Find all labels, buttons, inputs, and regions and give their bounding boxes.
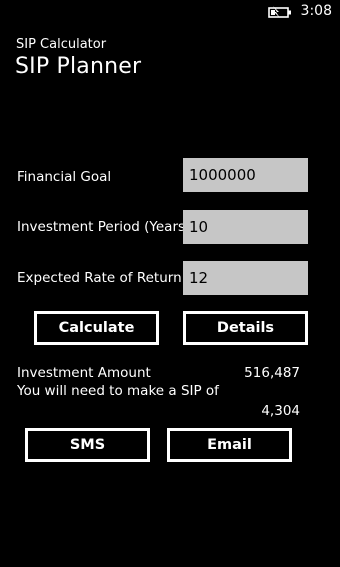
financial-goal-input[interactable] xyxy=(183,158,308,192)
investment-period-label: Investment Period (Years) xyxy=(17,219,191,235)
expected-return-label: Expected Rate of Return xyxy=(17,270,182,286)
app-title: SIP Calculator xyxy=(16,37,107,52)
battery-charging-icon xyxy=(268,4,292,18)
investment-amount-label: Investment Amount xyxy=(17,365,151,381)
sms-button[interactable]: SMS xyxy=(25,428,150,462)
status-time: 3:08 xyxy=(300,3,332,19)
expected-return-input[interactable] xyxy=(183,261,308,295)
investment-period-input[interactable] xyxy=(183,210,308,244)
page-title: SIP Planner xyxy=(15,54,142,79)
sip-label: You will need to make a SIP of xyxy=(17,383,219,399)
investment-amount-value: 516,487 xyxy=(244,365,300,381)
email-button[interactable]: Email xyxy=(167,428,292,462)
status-bar: 3:08 xyxy=(0,0,340,24)
calculate-button[interactable]: Calculate xyxy=(34,311,159,345)
details-button[interactable]: Details xyxy=(183,311,308,345)
sip-value: 4,304 xyxy=(261,403,300,419)
financial-goal-label: Financial Goal xyxy=(17,169,112,185)
